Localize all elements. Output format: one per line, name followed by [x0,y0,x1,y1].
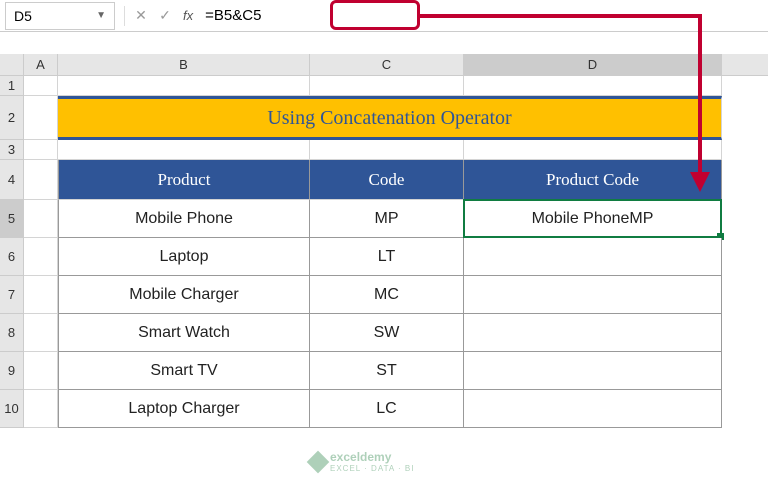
header-product-code[interactable]: Product Code [464,160,722,200]
cell-code[interactable]: MC [310,276,464,314]
watermark-name: exceldemy [330,450,414,464]
cancel-icon[interactable]: ✕ [129,4,153,28]
cell[interactable] [24,276,58,314]
cell-result[interactable] [464,352,722,390]
watermark: exceldemy EXCEL · DATA · BI [310,450,414,473]
cell-result[interactable] [464,314,722,352]
header-code[interactable]: Code [310,160,464,200]
spreadsheet: A B C D 1 2 Using Concatenation Operator… [0,54,768,428]
row-header-8[interactable]: 8 [0,314,24,352]
row-header-1[interactable]: 1 [0,76,24,96]
row-header-9[interactable]: 9 [0,352,24,390]
row-header-4[interactable]: 4 [0,160,24,200]
cell-result[interactable] [464,238,722,276]
select-all-corner[interactable] [0,54,24,75]
grid-rows: 1 2 Using Concatenation Operator 3 4 Pr [0,76,768,428]
cell[interactable] [24,76,58,96]
col-header-b[interactable]: B [58,54,310,75]
cell[interactable] [24,352,58,390]
formula-text: =B5&C5 [205,7,261,24]
title-cell[interactable]: Using Concatenation Operator [58,96,722,140]
row-header-2[interactable]: 2 [0,96,24,140]
col-header-a[interactable]: A [24,54,58,75]
watermark-icon [307,450,330,473]
sheet-title: Using Concatenation Operator [267,107,511,130]
fx-icon[interactable]: fx [183,8,193,23]
col-header-c[interactable]: C [310,54,464,75]
cell-product[interactable]: Smart TV [58,352,310,390]
formula-bar: D5 ▼ ✕ ✓ fx =B5&C5 [0,0,768,32]
cell[interactable] [24,390,58,428]
column-headers: A B C D [0,54,768,76]
cell[interactable] [464,76,722,96]
cell[interactable] [24,314,58,352]
cell-code[interactable]: ST [310,352,464,390]
cell[interactable] [24,200,58,238]
cell[interactable] [58,140,310,160]
cell-code[interactable]: SW [310,314,464,352]
cell-code[interactable]: LT [310,238,464,276]
row-header-7[interactable]: 7 [0,276,24,314]
cell[interactable] [58,76,310,96]
cell-product[interactable]: Laptop [58,238,310,276]
cell-result[interactable] [464,390,722,428]
cell-code[interactable]: LC [310,390,464,428]
cell[interactable] [24,96,58,140]
col-header-d[interactable]: D [464,54,722,75]
name-box[interactable]: D5 ▼ [5,2,115,30]
row-header-6[interactable]: 6 [0,238,24,276]
cell-code[interactable]: MP [310,200,464,238]
cell-result[interactable] [464,276,722,314]
cell[interactable] [24,160,58,200]
chevron-down-icon[interactable]: ▼ [96,10,106,21]
cell-product[interactable]: Smart Watch [58,314,310,352]
cell[interactable] [310,76,464,96]
row-header-10[interactable]: 10 [0,390,24,428]
formula-input[interactable]: =B5&C5 [199,2,768,30]
cell[interactable] [24,238,58,276]
watermark-tag: EXCEL · DATA · BI [330,464,414,473]
row-header-5[interactable]: 5 [0,200,24,238]
confirm-icon[interactable]: ✓ [153,4,177,28]
cell[interactable] [310,140,464,160]
cell-product[interactable]: Mobile Phone [58,200,310,238]
cell-result[interactable]: Mobile PhoneMP [464,200,722,238]
separator [124,6,125,26]
cell[interactable] [464,140,722,160]
cell-product[interactable]: Mobile Charger [58,276,310,314]
name-box-value: D5 [14,8,32,24]
cell-product[interactable]: Laptop Charger [58,390,310,428]
cell[interactable] [24,140,58,160]
header-product[interactable]: Product [58,160,310,200]
row-header-3[interactable]: 3 [0,140,24,160]
